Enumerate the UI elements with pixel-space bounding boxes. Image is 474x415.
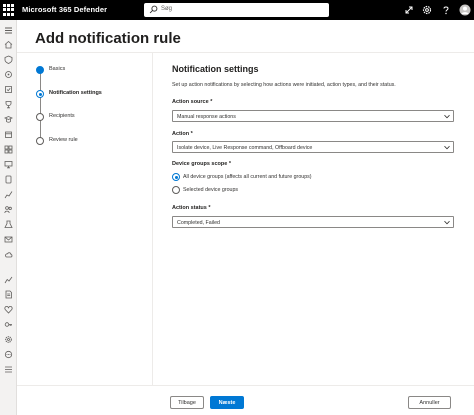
cancel-button[interactable]: Annuller bbox=[408, 396, 451, 409]
action-status-dropdown[interactable]: Completed, Failed bbox=[172, 216, 454, 228]
step-current-icon bbox=[36, 90, 44, 98]
section-description: Set up action notifications by selecting… bbox=[172, 82, 396, 88]
step-basics[interactable]: Basics bbox=[36, 65, 146, 75]
settings-icon[interactable] bbox=[421, 4, 433, 16]
chevron-down-icon bbox=[444, 114, 450, 119]
connect-icon[interactable] bbox=[403, 4, 415, 16]
step-pending-icon bbox=[36, 137, 44, 145]
action-dropdown[interactable]: Isolate device, Live Response command, O… bbox=[172, 141, 454, 153]
action-label: Action * bbox=[172, 131, 193, 137]
top-bar: Microsoft 365 Defender Søg bbox=[0, 0, 474, 20]
step-connector bbox=[40, 72, 41, 138]
rail-settings-icon[interactable] bbox=[4, 335, 13, 344]
learning-icon[interactable] bbox=[4, 115, 13, 124]
more-icon[interactable] bbox=[4, 350, 13, 359]
step-label: Recipients bbox=[49, 113, 75, 119]
radio-selected-icon bbox=[172, 173, 180, 181]
step-complete-icon bbox=[36, 66, 44, 74]
step-pending-icon bbox=[36, 113, 44, 121]
dropdown-value: Completed, Failed bbox=[177, 219, 220, 226]
footer-divider bbox=[17, 385, 474, 386]
hunting-icon[interactable] bbox=[4, 70, 13, 79]
partners-icon[interactable] bbox=[4, 205, 13, 214]
app-title[interactable]: Microsoft 365 Defender bbox=[22, 5, 107, 14]
cloud-apps-icon[interactable] bbox=[4, 250, 13, 259]
email-icon[interactable] bbox=[4, 235, 13, 244]
devices-icon[interactable] bbox=[4, 160, 13, 169]
search-input[interactable]: Søg bbox=[161, 6, 172, 12]
dropdown-value: Isolate device, Live Response command, O… bbox=[177, 144, 313, 151]
chevron-down-icon bbox=[444, 145, 450, 150]
endpoints-icon[interactable] bbox=[4, 175, 13, 184]
radio-all-device-groups[interactable]: All device groups (affects all current a… bbox=[172, 173, 372, 183]
apps-icon[interactable] bbox=[4, 365, 13, 374]
action-source-dropdown[interactable]: Manual response actions bbox=[172, 110, 454, 122]
radio-label: All device groups (affects all current a… bbox=[183, 174, 312, 180]
trials-icon[interactable] bbox=[4, 130, 13, 139]
search-box[interactable]: Søg bbox=[144, 3, 329, 17]
actions-icon[interactable] bbox=[4, 85, 13, 94]
header-divider bbox=[17, 52, 474, 53]
chevron-down-icon bbox=[444, 220, 450, 225]
reports-icon[interactable] bbox=[4, 275, 13, 284]
evaluation-icon[interactable] bbox=[4, 220, 13, 229]
action-source-label: Action source * bbox=[172, 99, 213, 105]
secure-score-icon[interactable] bbox=[4, 100, 13, 109]
section-title: Notification settings bbox=[172, 64, 259, 74]
step-review-rule[interactable]: Review rule bbox=[36, 136, 146, 146]
waffle-icon[interactable] bbox=[3, 4, 15, 16]
back-button[interactable]: Tilbage bbox=[170, 396, 204, 409]
help-icon[interactable] bbox=[440, 4, 452, 16]
action-status-label: Action status * bbox=[172, 205, 211, 211]
permissions-icon[interactable] bbox=[4, 320, 13, 329]
avatar-icon[interactable] bbox=[459, 4, 471, 16]
page-title: Add notification rule bbox=[35, 30, 181, 47]
home-icon[interactable] bbox=[4, 40, 13, 49]
step-label: Basics bbox=[49, 66, 66, 72]
radio-label: Selected device groups bbox=[183, 187, 239, 193]
assets-icon[interactable] bbox=[4, 145, 13, 154]
step-recipients[interactable]: Recipients bbox=[36, 112, 146, 122]
search-icon bbox=[149, 5, 158, 14]
navigation-rail bbox=[0, 20, 17, 415]
vulnerability-icon[interactable] bbox=[4, 190, 13, 199]
incidents-icon[interactable] bbox=[4, 55, 13, 64]
audit-icon[interactable] bbox=[4, 290, 13, 299]
health-icon[interactable] bbox=[4, 305, 13, 314]
next-button[interactable]: Næste bbox=[210, 396, 244, 409]
radio-selected-device-groups[interactable]: Selected device groups bbox=[172, 186, 372, 196]
step-notification-settings[interactable]: Notification settings bbox=[36, 89, 146, 99]
device-groups-label: Device groups scope * bbox=[172, 161, 231, 167]
step-label: Notification settings bbox=[49, 90, 102, 96]
menu-icon[interactable] bbox=[4, 26, 13, 35]
step-label: Review rule bbox=[49, 137, 78, 143]
dropdown-value: Manual response actions bbox=[177, 113, 236, 120]
radio-unselected-icon bbox=[172, 186, 180, 194]
wizard-divider bbox=[152, 53, 153, 385]
